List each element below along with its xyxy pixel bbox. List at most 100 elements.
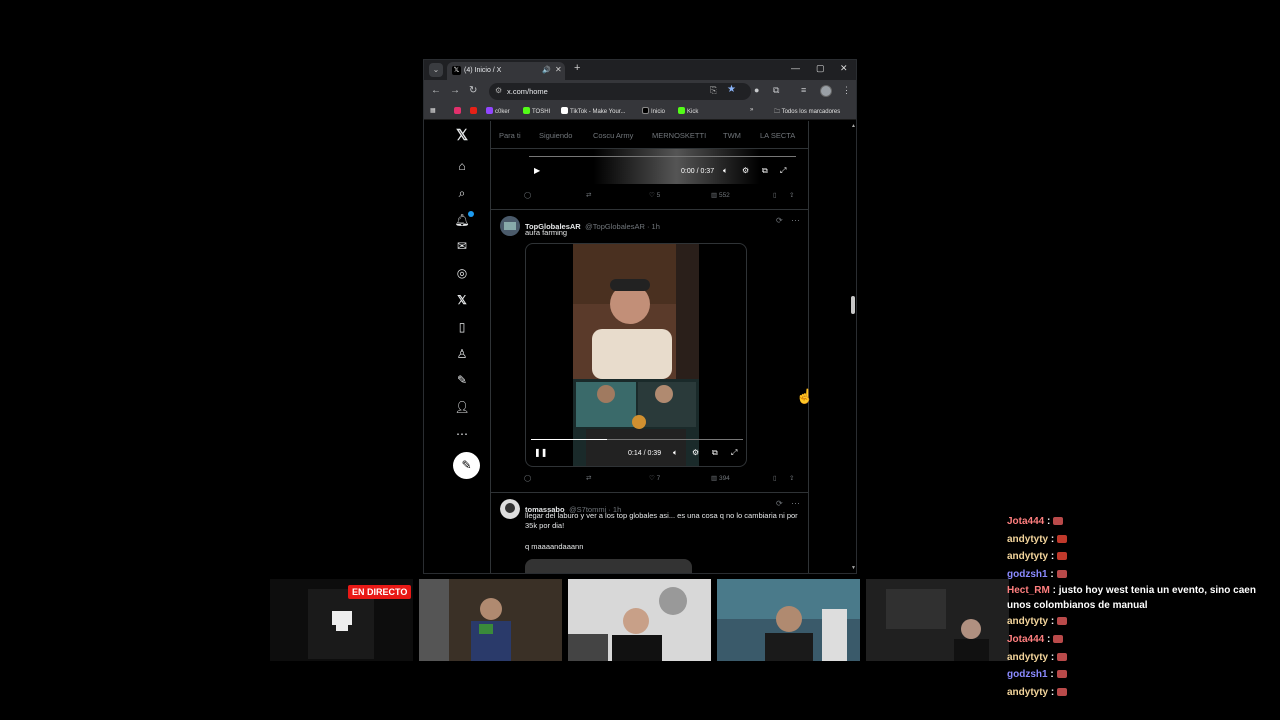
tab-search-button[interactable]: ⌄ [429,63,443,77]
extension-icon[interactable]: ● [754,85,759,95]
close-window-button[interactable]: ✕ [840,63,848,74]
like-button[interactable]: ♡ 7 [649,474,660,482]
chat-username[interactable]: andytyty [1007,616,1048,627]
video-progress-track[interactable] [529,156,796,157]
install-icon[interactable]: ⎘ [710,85,717,96]
premium-icon[interactable]: 𝕏 [454,292,470,308]
tweet-more-icon[interactable]: ⋯ [791,215,800,226]
scroll-down-icon[interactable]: ▼ [851,565,856,571]
reply-icon[interactable]: ◯ [524,191,531,199]
search-icon[interactable]: ⌕ [454,185,470,201]
fullscreen-icon[interactable]: ⤢ [731,448,737,458]
like-button[interactable]: ♡ 5 [649,191,660,199]
chat-username[interactable]: Jota444 [1007,516,1044,527]
grok-icon[interactable]: ◎ [454,265,470,281]
speaker-icon[interactable]: 🔊 [542,66,551,74]
more-icon[interactable]: ⋯ [454,426,470,442]
profile-icon[interactable]: 👤︎ [454,399,470,415]
video-progress-track[interactable] [531,439,743,440]
views-button[interactable]: ▥ 394 [711,474,730,482]
tweet-more-icon[interactable]: ⋯ [791,498,800,509]
pip-icon[interactable]: ⧉ [762,166,768,176]
grok-explain-icon[interactable]: ⟳ [776,216,783,225]
bookmark-star-icon[interactable]: ★ [727,84,736,95]
reload-icon[interactable]: ↻ [469,85,477,96]
address-bar[interactable]: ⚙ x.com/home ⎘ ★ [489,83,751,100]
tweet-video-player[interactable]: ❚❚ 0:14 / 0:39 🔈︎ ⚙ ⧉ ⤢ [525,243,747,467]
bookmark-x-inicio[interactable]: Inicio [642,107,665,115]
stream-thumb-3[interactable] [568,579,711,661]
bookmark-tiktok[interactable]: TikTok - Make Your... [561,107,625,115]
bookmark-kick[interactable]: Kick [678,107,698,115]
page-scrollbar[interactable]: ▲ ▼ [849,121,856,573]
chat-username[interactable]: godzsh1 [1007,569,1048,580]
pause-icon[interactable]: ❚❚ [534,448,547,457]
tweet-avatar[interactable] [500,499,520,519]
pip-icon[interactable]: ⧉ [712,448,718,458]
chat-username[interactable]: Hect_RM [1007,585,1050,596]
scroll-up-icon[interactable]: ▲ [851,123,856,129]
chat-username[interactable]: andytyty [1007,551,1048,562]
share-icon[interactable]: ⇪ [789,191,794,199]
repost-icon[interactable]: ⇄ [586,474,591,482]
settings-icon[interactable]: ⚙ [692,448,699,457]
volume-icon[interactable]: 🔈︎ [723,166,728,176]
chat-username[interactable]: andytyty [1007,652,1048,663]
close-tab-icon[interactable]: ✕ [555,65,562,74]
views-button[interactable]: ▥ 552 [711,191,730,199]
maximize-button[interactable]: ▢ [816,63,825,74]
settings-icon[interactable]: ⚙ [742,166,749,175]
first-video-player[interactable]: ▶ 0:00 / 0:37 🔈︎ ⚙ ⧉ ⤢ [524,149,801,184]
stream-thumb-4[interactable] [717,579,860,661]
tweet-author-handle[interactable]: @TopGlobalesAR · 1h [585,222,660,231]
tab-siguiendo[interactable]: Siguiendo [539,131,572,140]
bookmark-c0ker[interactable]: c0ker [486,107,510,115]
bookmark-instagram[interactable] [454,107,463,115]
tweet-avatar[interactable] [500,216,520,236]
x-logo-icon[interactable]: 𝕏 [454,128,470,144]
more-bookmarks-icon[interactable]: » [750,107,753,113]
mail-icon[interactable]: ✉ [454,238,470,254]
volume-icon[interactable]: 🔈︎ [673,448,678,458]
minimize-button[interactable]: — [791,63,800,73]
jobs-icon[interactable]: ♙ [454,346,470,362]
tab-twm[interactable]: TWM [723,131,741,140]
forward-icon[interactable]: → [450,85,460,96]
extensions-puzzle-icon[interactable]: ⧉ [773,85,779,96]
apps-grid-icon[interactable]: ▦ [430,107,436,114]
site-info-icon[interactable]: ⚙ [495,86,502,95]
bookmark-post-icon[interactable]: ▯ [773,191,777,199]
menu-dots-icon[interactable]: ⋮ [842,85,851,96]
tab-la-secta[interactable]: LA SECTA [760,131,795,140]
tab-para-ti[interactable]: Para ti [499,131,521,140]
repost-icon[interactable]: ⇄ [586,191,591,199]
bookmark-youtube[interactable] [470,107,479,115]
stream-thumb-5[interactable] [866,579,1009,661]
tab-coscu-army[interactable]: Coscu Army [593,131,633,140]
stream-thumb-2[interactable] [419,579,562,661]
media-icon[interactable]: ≡ [801,85,806,95]
new-tab-button[interactable]: + [574,62,580,74]
browser-tab[interactable]: 𝕏 (4) Inicio / X 🔊 ✕ [447,62,565,80]
bookmark-toshi[interactable]: TOSHI [523,107,550,115]
bookmark-icon[interactable]: ▯ [454,319,470,335]
grok-explain-icon[interactable]: ⟳ [776,499,783,508]
all-bookmarks-folder[interactable]: 🗀 Todos los marcadores [774,107,840,117]
back-icon[interactable]: ← [431,85,441,96]
article-icon[interactable]: ✎ [454,372,470,388]
chat-username[interactable]: Jota444 [1007,634,1044,645]
bookmark-post-icon[interactable]: ▯ [773,474,777,482]
tab-mernosketti[interactable]: MERNOSKETTI [652,131,706,140]
chat-username[interactable]: andytyty [1007,687,1048,698]
compose-post-button[interactable]: ✎ [453,452,480,479]
chat-username[interactable]: andytyty [1007,534,1048,545]
scroll-thumb[interactable] [851,296,855,314]
share-icon[interactable]: ⇪ [789,474,794,482]
reply-icon[interactable]: ◯ [524,474,531,482]
tweet-media-preview[interactable] [525,559,692,573]
profile-avatar[interactable] [820,85,832,97]
fullscreen-icon[interactable]: ⤢ [780,166,786,176]
chat-username[interactable]: godzsh1 [1007,669,1048,680]
play-icon[interactable]: ▶ [534,166,540,175]
home-icon[interactable]: ⌂ [454,158,470,174]
